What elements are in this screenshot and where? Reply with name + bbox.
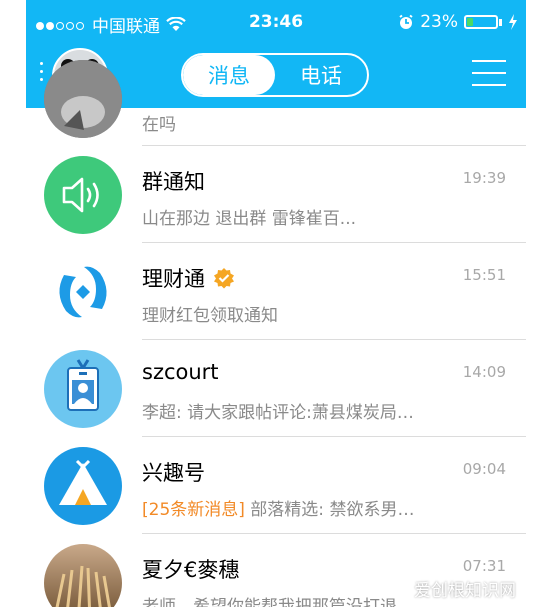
contact-name: 群通知 [142,170,205,194]
message-preview: 在吗 [142,115,176,135]
verified-badge-icon [214,268,234,289]
message-preview: 李超: 请大家跟帖评论:萧县煤炭局… [142,403,414,423]
contact-name: szcourt [142,360,219,384]
list-item[interactable]: 理财通 15:51 理财红包领取通知 [26,243,526,340]
list-item[interactable]: 兴趣号 09:04 [25条新消息] 部落精选: 禁欲系男… [26,437,526,534]
message-preview: 老师，希望你能帮我把那篇没打退 [142,597,397,607]
message-time: 19:39 [462,169,506,187]
licaitong-logo [44,253,122,331]
contact-name: 夏夕€麥穗 [142,558,240,582]
phone-screen: 中国联通 23:46 23% 消息 电话 在吗 群通知 19:39 山在那边 退… [26,0,526,607]
status-bar: 中国联通 23:46 23% [26,0,526,44]
tent-icon [44,447,122,525]
new-message-count: [25条新消息] [142,500,245,520]
charging-icon [509,14,517,30]
contact-avatar [44,60,122,138]
message-preview: [25条新消息] 部落精选: 禁欲系男… [142,500,415,520]
list-item[interactable]: szcourt 14:09 李超: 请大家跟帖评论:萧县煤炭局… [26,340,526,437]
contact-name: 理财通 [142,267,205,291]
alarm-icon [399,14,413,29]
speaker-icon [44,156,122,234]
wheat-avatar [44,544,122,607]
watermark: 爱创根知识网 [414,581,516,601]
list-item[interactable]: 群通知 19:39 山在那边 退出群 雷锋崔百... [26,146,526,243]
message-time: 14:09 [462,363,506,381]
list-item-partial[interactable]: 在吗 [26,52,526,146]
id-badge-icon [44,350,122,428]
message-preview: 山在那边 退出群 雷锋崔百... [142,209,357,229]
contact-name: 兴趣号 [142,461,205,485]
message-time: 15:51 [462,266,506,284]
message-time: 09:04 [462,460,506,478]
battery-icon [464,15,498,29]
battery-percent: 23% [420,12,458,32]
message-time: 07:31 [462,557,506,575]
message-preview: 理财红包领取通知 [142,306,278,326]
